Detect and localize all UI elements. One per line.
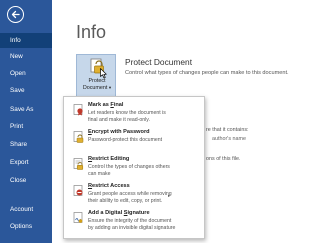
inspect-document-text: re that it contains: <box>206 127 249 133</box>
mouse-cursor-icon <box>100 68 107 79</box>
protect-document-button[interactable]: Protect Document ▾ <box>76 54 116 97</box>
protect-document-heading: Protect Document <box>125 57 193 67</box>
protect-document-menu: Mark as Final Let readers know the docum… <box>63 96 205 239</box>
menu-item-title: Mark as Final <box>88 102 124 108</box>
page-title: Info <box>76 22 107 42</box>
sidebar-item-save[interactable]: Save <box>0 83 52 98</box>
sidebar-item-close[interactable]: Close <box>0 173 52 188</box>
sidebar-item-account[interactable]: Account <box>0 202 52 217</box>
protect-button-label-line2: Document ▾ <box>82 85 112 91</box>
menu-item-encrypt-with-password[interactable]: Encrypt with Password Password-protect t… <box>64 127 204 155</box>
sidebar-item-info[interactable]: Info <box>0 33 52 48</box>
menu-item-title: Restrict Access <box>88 183 130 189</box>
protect-button-label-line1: Protect <box>88 78 106 84</box>
no-entry-icon <box>73 185 83 196</box>
menu-item-restrict-editing[interactable]: Restrict Editing Control the types of ch… <box>64 154 204 182</box>
menu-item-title: Encrypt with Password <box>88 129 150 135</box>
backstage-sidebar: Info New Open Save Save As Print Share E… <box>0 0 52 243</box>
menu-item-mark-as-final[interactable]: Mark as Final Let readers know the docum… <box>64 100 204 128</box>
lock-icon <box>73 131 84 143</box>
sidebar-item-options[interactable]: Options <box>0 219 52 234</box>
ribbon-icon <box>73 104 83 116</box>
menu-item-description: Grant people access while removing their… <box>88 191 172 204</box>
versions-text: ons of this file. <box>206 156 241 162</box>
chevron-down-icon: ▾ <box>108 85 112 90</box>
restrict-editing-icon <box>73 158 84 170</box>
sidebar-item-new[interactable]: New <box>0 49 52 64</box>
menu-item-title: Restrict Editing <box>88 156 130 162</box>
inspect-document-subtext: author's name <box>212 136 246 142</box>
back-arrow-icon[interactable] <box>7 6 24 23</box>
signature-icon <box>73 212 83 223</box>
menu-item-description: Ensure the integrity of the document by … <box>88 218 176 231</box>
protect-document-description: Control what types of changes people can… <box>125 70 289 76</box>
menu-item-add-digital-signature[interactable]: Add a Digital Signature Ensure the integ… <box>64 208 204 236</box>
menu-item-description: Control the types of changes others can … <box>88 164 170 177</box>
menu-item-description: Password-protect this document <box>88 137 163 143</box>
sidebar-item-print[interactable]: Print <box>0 119 52 134</box>
sidebar-item-share[interactable]: Share <box>0 137 52 152</box>
sidebar-item-export[interactable]: Export <box>0 155 52 170</box>
menu-item-title: Add a Digital Signature <box>88 210 150 216</box>
sidebar-item-save-as[interactable]: Save As <box>0 102 52 117</box>
menu-item-restrict-access[interactable]: Restrict Access ▸ Grant people access wh… <box>64 181 204 209</box>
menu-item-description: Let readers know the document is final a… <box>88 110 166 123</box>
sidebar-item-open[interactable]: Open <box>0 66 52 81</box>
